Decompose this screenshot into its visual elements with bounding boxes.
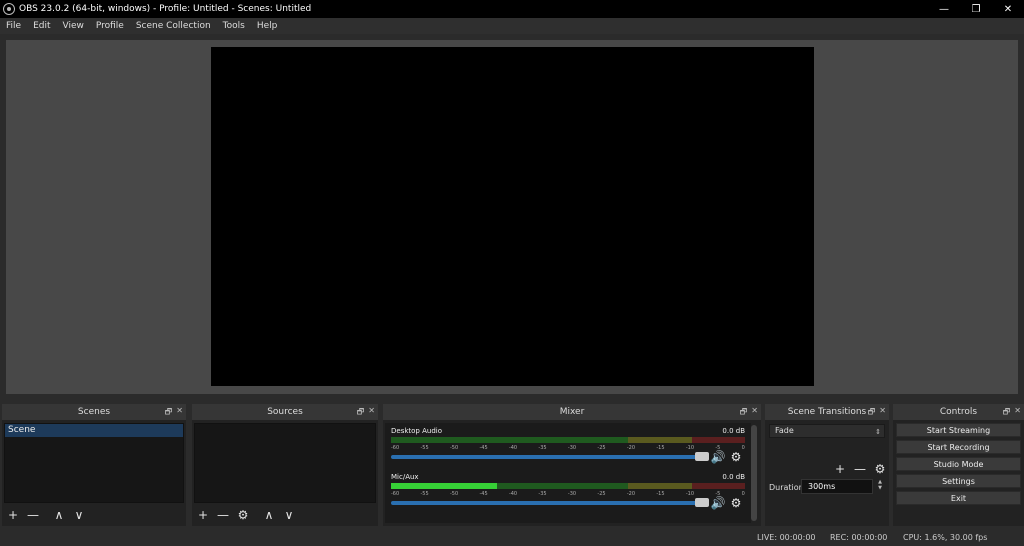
scenes-dock: Scenes 🗗 ✕ Scene + — ∧ ∨	[2, 404, 186, 526]
menu-scene-collection[interactable]: Scene Collection	[130, 21, 217, 31]
move-scene-down-button[interactable]: ∨	[72, 508, 86, 522]
mixer-dock: Mixer 🗗 ✕ Desktop Audio 0.0 dB -60 -55 -50…	[383, 404, 761, 526]
gear-icon[interactable]: ⚙	[729, 496, 743, 510]
sources-dock-header: Sources 🗗 ✕	[192, 404, 378, 420]
menu-profile[interactable]: Profile	[90, 21, 130, 31]
meter-ticks: -60 -55 -50 -45 -40 -35 -30 -25 -20 -15 -10 -5 0	[391, 445, 745, 451]
rec-status: REC: 00:00:00	[830, 533, 888, 542]
gear-icon[interactable]: ⚙	[729, 450, 743, 464]
window-title: OBS 23.0.2 (64-bit, windows) - Profile: …	[19, 4, 312, 14]
remove-scene-button[interactable]: —	[26, 508, 40, 522]
channel-db: 0.0 dB	[722, 427, 745, 435]
scenes-dock-title: Scenes	[77, 407, 111, 417]
status-bar: LIVE: 00:00:00 REC: 00:00:00 CPU: 1.6%, …	[0, 530, 1024, 546]
volume-meter	[391, 483, 745, 489]
float-icon[interactable]: 🗗	[740, 406, 748, 420]
scene-item[interactable]: Scene	[5, 424, 183, 437]
duration-input[interactable]: 300ms	[801, 479, 873, 494]
scenes-list[interactable]: Scene	[4, 423, 184, 503]
studio-mode-button[interactable]: Studio Mode	[896, 457, 1021, 471]
volume-slider-handle[interactable]	[695, 498, 709, 507]
settings-button[interactable]: Settings	[896, 474, 1021, 488]
menu-help[interactable]: Help	[251, 21, 284, 31]
speaker-icon[interactable]: 🔊	[711, 496, 726, 510]
menu-bar: File Edit View Profile Scene Collection …	[0, 18, 1024, 34]
transitions-dock-header: Scene Transitions 🗗 ✕	[765, 404, 889, 420]
cpu-status: CPU: 1.6%, 30.00 fps	[903, 533, 988, 542]
volume-slider[interactable]	[391, 455, 707, 459]
title-bar: OBS 23.0.2 (64-bit, windows) - Profile: …	[0, 0, 1024, 18]
channel-name: Mic/Aux	[391, 473, 419, 481]
volume-slider[interactable]	[391, 501, 707, 505]
mixer-channel-mic-aux: Mic/Aux 0.0 dB -60 -55 -50 -45 -40 -35 -30 -25-…	[389, 473, 745, 517]
mixer-panel: Desktop Audio 0.0 dB -60 -55 -50 -45 -40 -35-…	[385, 423, 751, 523]
float-icon[interactable]: 🗗	[1003, 406, 1011, 420]
close-icon[interactable]: ✕	[176, 406, 183, 420]
sources-dock-title: Sources	[267, 407, 303, 417]
speaker-icon[interactable]: 🔊	[711, 450, 726, 464]
chevron-updown-icon: ⇕	[875, 428, 881, 436]
start-recording-button[interactable]: Start Recording	[896, 440, 1021, 454]
duration-spinner[interactable]: ▲ ▼	[875, 479, 885, 494]
controls-dock-header: Controls 🗗 ✕	[893, 404, 1024, 420]
menu-view[interactable]: View	[57, 21, 90, 31]
channel-name: Desktop Audio	[391, 427, 442, 435]
transition-select[interactable]: Fade ⇕	[769, 424, 885, 438]
sources-list[interactable]	[194, 423, 376, 503]
restore-button[interactable]: ❐	[960, 0, 992, 18]
obs-logo-icon	[3, 3, 15, 15]
add-transition-button[interactable]: +	[833, 462, 847, 476]
move-source-down-button[interactable]: ∨	[282, 508, 296, 522]
transitions-dock-title: Scene Transitions	[787, 407, 867, 417]
move-scene-up-button[interactable]: ∧	[52, 508, 66, 522]
source-properties-gear-icon[interactable]: ⚙	[236, 508, 250, 522]
channel-db: 0.0 dB	[722, 473, 745, 481]
meter-ticks: -60 -55 -50 -45 -40 -35 -30 -25 -20 -15 -10 -5 0	[391, 491, 745, 497]
close-window-button[interactable]: ✕	[992, 0, 1024, 18]
remove-source-button[interactable]: —	[216, 508, 230, 522]
scenes-toolbar: + — ∧ ∨	[6, 506, 86, 524]
minimize-button[interactable]: —	[928, 0, 960, 18]
mixer-scrollbar[interactable]	[751, 425, 757, 521]
scene-transitions-dock: Scene Transitions 🗗 ✕ Fade ⇕ + — ⚙ Durat…	[765, 404, 889, 526]
exit-button[interactable]: Exit	[896, 491, 1021, 505]
remove-transition-button[interactable]: —	[853, 462, 867, 476]
close-icon[interactable]: ✕	[751, 406, 758, 420]
volume-slider-handle[interactable]	[695, 452, 709, 461]
float-icon[interactable]: 🗗	[357, 406, 365, 420]
live-status: LIVE: 00:00:00	[757, 533, 816, 542]
duration-label: Duration	[769, 483, 804, 492]
scenes-dock-header: Scenes 🗗 ✕	[2, 404, 186, 420]
mixer-channel-desktop-audio: Desktop Audio 0.0 dB -60 -55 -50 -45 -40 -35-…	[389, 427, 745, 471]
sources-toolbar: + — ⚙ ∧ ∨	[196, 506, 296, 524]
add-scene-button[interactable]: +	[6, 508, 20, 522]
menu-edit[interactable]: Edit	[27, 21, 56, 31]
move-source-up-button[interactable]: ∧	[262, 508, 276, 522]
float-icon[interactable]: 🗗	[868, 406, 876, 420]
mixer-dock-header: Mixer 🗗 ✕	[383, 404, 761, 420]
preview-canvas[interactable]	[211, 47, 814, 386]
float-icon[interactable]: 🗗	[165, 406, 173, 420]
menu-file[interactable]: File	[0, 21, 27, 31]
preview-area	[6, 40, 1018, 394]
spin-down-icon[interactable]: ▼	[878, 485, 882, 491]
close-icon[interactable]: ✕	[1014, 406, 1021, 420]
add-source-button[interactable]: +	[196, 508, 210, 522]
controls-dock: Controls 🗗 ✕ Start Streaming Start Recor…	[893, 404, 1024, 526]
close-icon[interactable]: ✕	[368, 406, 375, 420]
menu-tools[interactable]: Tools	[217, 21, 251, 31]
mixer-dock-title: Mixer	[559, 407, 585, 417]
volume-meter	[391, 437, 745, 443]
start-streaming-button[interactable]: Start Streaming	[896, 423, 1021, 437]
transition-toolbar: + — ⚙	[833, 462, 887, 476]
controls-dock-title: Controls	[939, 407, 978, 417]
meter-level	[391, 483, 498, 489]
close-icon[interactable]: ✕	[879, 406, 886, 420]
sources-dock: Sources 🗗 ✕ + — ⚙ ∧ ∨	[192, 404, 378, 526]
transition-selected-value: Fade	[775, 426, 794, 435]
transition-properties-gear-icon[interactable]: ⚙	[873, 462, 887, 476]
